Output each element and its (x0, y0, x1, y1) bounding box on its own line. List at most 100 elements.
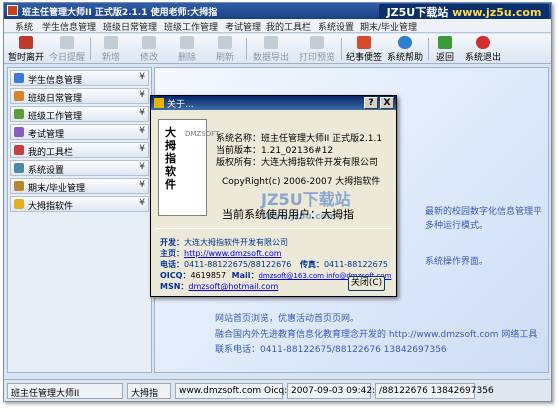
main-window: 班主任管理大师II 正式版2.1.1 使用老师:大拇指 JZ5U下载站 www.… (3, 2, 552, 402)
note-icon (357, 36, 371, 49)
chevron-down-icon: ¥ (139, 198, 145, 208)
toolbar-separator (341, 38, 342, 60)
refresh-button[interactable]: 刷新 (210, 36, 240, 63)
sidebar: 学生信息管理 ¥ 班级日常管理 ¥ 班级工作管理 ¥ 考试管理 ¥ 我的工具栏 … (7, 67, 152, 373)
chevron-down-icon: ¥ (139, 180, 145, 190)
window-title: 班主任管理大师II 正式版2.1.1 使用老师:大拇指 (22, 8, 218, 18)
main-text-line: 融合国内外先进教育信息化教育理念开发的 http://www.dmzsoft.c… (215, 330, 538, 340)
sidebar-item-dmz-software[interactable]: 大拇指软件 ¥ (10, 196, 149, 212)
exit-button[interactable]: 系统退出 (464, 36, 502, 63)
toolbar: 暂时离开 今日提醒 新增 修改 删除 刷新 数据导出 打印预览 纪事便签 系统帮… (4, 34, 551, 64)
away-button[interactable]: 暂时离开 (8, 36, 44, 63)
watermark-brand-prefix: JZ5U下载站 (386, 6, 449, 19)
homepage-link[interactable]: http://www.dmzsoft.com (184, 249, 282, 258)
delete-button[interactable]: 删除 (172, 36, 202, 63)
menu-system[interactable]: 系统 (15, 20, 33, 33)
menu-exam[interactable]: 考试管理 (225, 20, 261, 33)
edit-button[interactable]: 修改 (134, 36, 164, 63)
toolbar-separator (428, 38, 429, 60)
menu-student-info[interactable]: 学生信息管理 (42, 20, 96, 33)
dialog-title-bar: 关于... ? X (151, 96, 396, 110)
chevron-down-icon: ¥ (139, 144, 145, 154)
copyright-owner-line: 版权所有：大连大拇指软件开发有限公司 (216, 158, 379, 168)
add-icon (104, 36, 118, 49)
print-preview-button[interactable]: 打印预览 (297, 36, 337, 63)
power-icon (476, 36, 490, 49)
sidebar-item-toolbar[interactable]: 我的工具栏 ¥ (10, 142, 149, 158)
sidebar-item-class-daily[interactable]: 班级日常管理 ¥ (10, 88, 149, 104)
reminder-button[interactable]: 今日提醒 (48, 36, 86, 63)
current-user-line: 当前系统使用用户：大拇指 (222, 208, 354, 221)
main-text-line: 联系电话：0411-88122675/88122676 13842697356 (215, 345, 447, 355)
menu-class-daily[interactable]: 班级日常管理 (103, 20, 157, 33)
sidebar-item-exam[interactable]: 考试管理 ¥ (10, 124, 149, 140)
main-text-line: 最新的校园数字化信息管理平 (425, 207, 543, 217)
chevron-down-icon: ¥ (139, 126, 145, 136)
dialog-help-button[interactable]: ? (364, 97, 378, 109)
main-text-line: 多种运行模式。 (425, 221, 489, 231)
gear-icon (14, 163, 24, 173)
calendar-icon (14, 91, 24, 101)
graduation-icon (14, 181, 24, 191)
status-user: 大拇指 (127, 383, 171, 399)
chevron-down-icon: ¥ (139, 90, 145, 100)
menu-toolbar[interactable]: 我的工具栏 (266, 20, 311, 33)
company-logo: 大拇指软件 DMZSOFT (158, 119, 220, 216)
watermark-brand-domain: www.jz5u.com (452, 6, 542, 19)
toolbar-separator (246, 38, 247, 60)
help-icon (398, 36, 412, 49)
bell-icon (60, 36, 74, 49)
about-dialog: 关于... ? X 大拇指软件 DMZSOFT 系统名称：班主任管理大师II 正… (150, 95, 397, 297)
export-button[interactable]: 数据导出 (251, 36, 291, 63)
sidebar-item-student-info[interactable]: 学生信息管理 ¥ (10, 70, 149, 86)
chevron-down-icon: ¥ (139, 162, 145, 172)
exam-icon (14, 127, 24, 137)
title-bar: 班主任管理大师II 正式版2.1.1 使用老师:大拇指 JZ5U下载站 www.… (4, 3, 551, 21)
tools-icon (14, 145, 24, 155)
sidebar-item-class-work[interactable]: 班级工作管理 ¥ (10, 106, 149, 122)
status-app-name: 班主任管理大师II (7, 383, 123, 399)
exit-icon (19, 36, 33, 49)
delete-icon (180, 36, 194, 49)
menu-class-work[interactable]: 班级工作管理 (164, 20, 218, 33)
menu-settings[interactable]: 系统设置 (318, 20, 354, 33)
dialog-title: 关于... (167, 100, 194, 110)
close-button[interactable]: 关闭(C) (348, 276, 385, 291)
status-bar: 班主任管理大师II 大拇指 www.dmzsoft.com Oicq:46198… (4, 379, 551, 401)
msn-row: MSN：dmzsoft@hotmail.com (160, 282, 279, 291)
menu-term-end[interactable]: 期末/毕业管理 (360, 20, 417, 33)
menu-bar: 系统 学生信息管理 班级日常管理 班级工作管理 考试管理 我的工具栏 系统设置 … (4, 19, 551, 33)
logo-subtext: DMZSOFT (185, 130, 220, 138)
msn-link[interactable]: dmzsoft@hotmail.com (188, 282, 278, 291)
students-icon (14, 73, 24, 83)
edit-icon (142, 36, 156, 49)
dialog-close-button[interactable]: X (380, 97, 394, 109)
notes-button[interactable]: 纪事便签 (345, 36, 383, 63)
help-button[interactable]: 系统帮助 (386, 36, 424, 63)
thumb-icon (14, 199, 24, 209)
briefcase-icon (14, 109, 24, 119)
sidebar-item-settings[interactable]: 系统设置 ¥ (10, 160, 149, 176)
export-icon (264, 36, 278, 49)
app-icon (7, 5, 18, 16)
print-icon (310, 36, 324, 49)
back-button[interactable]: 返回 (432, 36, 458, 63)
chevron-down-icon: ¥ (139, 72, 145, 82)
refresh-icon (218, 36, 232, 49)
sidebar-item-term-end[interactable]: 期末/毕业管理 ¥ (10, 178, 149, 194)
dialog-app-icon (154, 98, 164, 108)
main-text-line: 网站首页浏览，优惠活动首页页网。 (215, 314, 360, 324)
toolbar-separator (90, 38, 91, 60)
add-button[interactable]: 新增 (96, 36, 126, 63)
chevron-down-icon: ¥ (139, 108, 145, 118)
status-website: www.dmzsoft.com Oicq:4619857 (175, 383, 327, 399)
developer-row: 开发：大连大拇指软件开发有限公司 (160, 238, 288, 247)
dialog-divider (155, 228, 392, 229)
status-datetime: 2007-09-03 09:42:06 (287, 383, 387, 399)
status-phone: /88122676 13842697356 (375, 383, 494, 399)
logo-text: 大拇指软件 (165, 126, 176, 191)
main-text-line: 系统操作界面。 (425, 257, 489, 267)
back-icon (438, 36, 452, 49)
homepage-row: 主页：http://www.dmzsoft.com (160, 249, 282, 258)
phone-row: 电话：0411-88122675/88122676 传真：0411-881226… (160, 260, 388, 269)
